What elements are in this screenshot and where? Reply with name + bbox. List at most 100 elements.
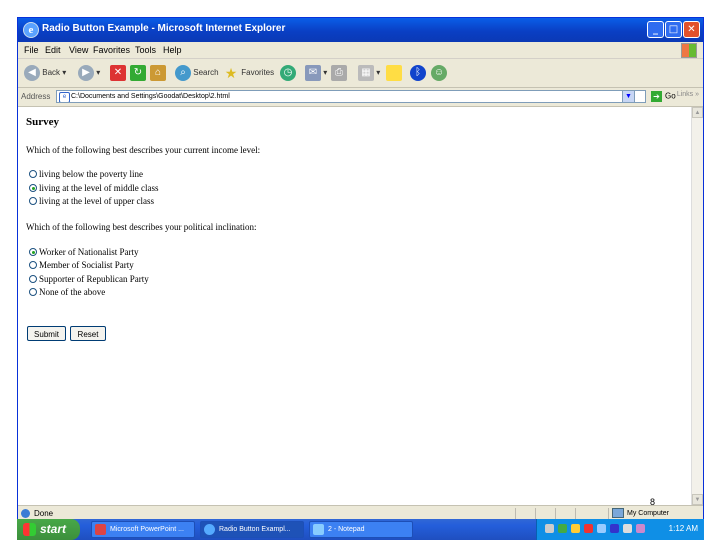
internet-explorer-icon: e bbox=[23, 22, 39, 38]
address-label: Address bbox=[21, 92, 51, 101]
back-button[interactable]: ◀ Back ▾ bbox=[24, 63, 66, 83]
bluetooth-tray-icon[interactable] bbox=[610, 524, 619, 533]
messenger-button[interactable]: ☺ bbox=[431, 63, 447, 83]
slide-number: 8 bbox=[650, 497, 656, 507]
radio-option-middle-class[interactable]: living at the level of middle class bbox=[29, 183, 158, 193]
windows-logo-icon bbox=[23, 523, 36, 536]
scroll-up-icon[interactable]: ▲ bbox=[692, 107, 703, 118]
powerpoint-icon bbox=[95, 524, 106, 535]
stop-icon: ✕ bbox=[110, 64, 126, 81]
security-zone: My Computer bbox=[612, 508, 669, 518]
print-button[interactable]: ⎙ bbox=[331, 63, 347, 83]
radio-button[interactable] bbox=[29, 170, 37, 178]
messenger-icon: ☺ bbox=[431, 64, 447, 81]
edit-icon: ▦ bbox=[358, 64, 374, 81]
start-button[interactable]: start bbox=[17, 519, 80, 540]
submit-button[interactable]: Submit bbox=[27, 326, 66, 341]
radio-option-republican[interactable]: Supporter of Republican Party bbox=[29, 274, 149, 284]
status-divider bbox=[608, 508, 609, 519]
notepad-icon bbox=[313, 524, 324, 535]
radio-option-socialist[interactable]: Member of Socialist Party bbox=[29, 260, 134, 270]
menu-file[interactable]: File bbox=[24, 45, 39, 55]
mail-icon: ✉ bbox=[305, 64, 321, 81]
history-icon: ◷ bbox=[280, 64, 296, 81]
taskbar-item-radio-button-example[interactable]: Radio Button Exampl... bbox=[200, 521, 304, 538]
menu-bar: File Edit View Favorites Tools Help bbox=[18, 42, 703, 59]
forward-button[interactable]: ▶ ▾ bbox=[78, 63, 100, 83]
reset-button[interactable]: Reset bbox=[70, 326, 106, 341]
tray-icon[interactable] bbox=[545, 524, 554, 533]
favorites-button[interactable]: ★ Favorites bbox=[223, 63, 274, 83]
minimize-button[interactable]: _ bbox=[647, 21, 664, 38]
standard-toolbar: ◀ Back ▾ ▶ ▾ ✕ ↻ ⌂ ⌕ Search ★ Favorites … bbox=[18, 59, 703, 88]
status-divider bbox=[515, 508, 516, 519]
windows-flag-icon bbox=[681, 43, 697, 58]
radio-button[interactable] bbox=[29, 288, 37, 296]
mail-button[interactable]: ✉ ▾ bbox=[305, 63, 327, 83]
menu-tools[interactable]: Tools bbox=[135, 45, 156, 55]
radio-button[interactable] bbox=[29, 197, 37, 205]
forward-arrow-icon: ▶ bbox=[78, 64, 94, 81]
menu-view[interactable]: View bbox=[69, 45, 88, 55]
status-divider bbox=[535, 508, 536, 519]
bluetooth-icon: ᛒ bbox=[410, 64, 426, 81]
menu-favorites[interactable]: Favorites bbox=[93, 45, 130, 55]
address-bar: Address e C:\Documents and Settings\Good… bbox=[18, 88, 703, 107]
tray-icon[interactable] bbox=[584, 524, 593, 533]
radio-option-poverty[interactable]: living below the poverty line bbox=[29, 169, 143, 179]
scroll-down-icon[interactable]: ▼ bbox=[692, 494, 703, 505]
stop-button[interactable]: ✕ bbox=[110, 63, 126, 83]
radio-option-none[interactable]: None of the above bbox=[29, 287, 105, 297]
tray-icon[interactable] bbox=[597, 524, 606, 533]
page-content: Survey Which of the following best descr… bbox=[18, 107, 691, 505]
browser-window: e Radio Button Example - Microsoft Inter… bbox=[17, 17, 704, 522]
search-icon: ⌕ bbox=[175, 64, 191, 81]
title-bar[interactable]: e Radio Button Example - Microsoft Inter… bbox=[18, 18, 703, 42]
discuss-button[interactable] bbox=[386, 63, 402, 83]
home-button[interactable]: ⌂ bbox=[150, 63, 166, 83]
address-value: C:\Documents and Settings\Goodat\Desktop… bbox=[71, 93, 230, 100]
radio-button[interactable] bbox=[29, 261, 37, 269]
back-arrow-icon: ◀ bbox=[24, 64, 40, 81]
history-button[interactable]: ◷ bbox=[280, 63, 296, 83]
go-arrow-icon: ➔ bbox=[651, 91, 662, 102]
print-icon: ⎙ bbox=[331, 64, 347, 81]
internet-explorer-icon bbox=[204, 524, 215, 535]
volume-icon[interactable] bbox=[623, 524, 632, 533]
maximize-button[interactable]: □ bbox=[665, 21, 682, 38]
computer-icon bbox=[612, 508, 624, 518]
radio-button-checked[interactable] bbox=[29, 184, 37, 192]
address-dropdown-icon[interactable]: ▼ bbox=[622, 90, 635, 103]
refresh-icon: ↻ bbox=[130, 64, 146, 81]
tray-icon[interactable] bbox=[636, 524, 645, 533]
radio-button[interactable] bbox=[29, 275, 37, 283]
favorites-star-icon: ★ bbox=[224, 64, 238, 81]
taskbar-item-powerpoint[interactable]: Microsoft PowerPoint ... bbox=[91, 521, 195, 538]
refresh-button[interactable]: ↻ bbox=[130, 63, 146, 83]
radio-option-nationalist[interactable]: Worker of Nationalist Party bbox=[29, 247, 139, 257]
menu-help[interactable]: Help bbox=[163, 45, 182, 55]
links-button[interactable]: Links » bbox=[677, 91, 699, 98]
close-button[interactable]: ✕ bbox=[683, 21, 700, 38]
vertical-scrollbar[interactable]: ▲ ▼ bbox=[691, 107, 703, 505]
page-icon: e bbox=[59, 92, 70, 102]
search-button[interactable]: ⌕ Search bbox=[175, 63, 219, 83]
status-divider bbox=[555, 508, 556, 519]
tray-icon[interactable] bbox=[558, 524, 567, 533]
status-text: Done bbox=[34, 509, 54, 518]
question-income: Which of the following best describes yo… bbox=[26, 145, 261, 155]
menu-edit[interactable]: Edit bbox=[45, 45, 61, 55]
taskbar-item-notepad[interactable]: 2 - Notepad bbox=[309, 521, 413, 538]
page-status-icon bbox=[21, 509, 30, 518]
bluetooth-button[interactable]: ᛒ bbox=[410, 63, 426, 83]
tray-icon[interactable] bbox=[571, 524, 580, 533]
system-tray: 1:12 AM bbox=[536, 519, 704, 540]
status-divider bbox=[575, 508, 576, 519]
radio-button-checked[interactable] bbox=[29, 248, 37, 256]
page-title: Survey bbox=[26, 116, 59, 128]
edit-button[interactable]: ▦ ▾ bbox=[358, 63, 380, 83]
go-button[interactable]: ➔ Go bbox=[651, 91, 676, 102]
address-input[interactable]: e C:\Documents and Settings\Goodat\Deskt… bbox=[56, 90, 646, 103]
radio-option-upper-class[interactable]: living at the level of upper class bbox=[29, 196, 154, 206]
home-icon: ⌂ bbox=[150, 64, 166, 81]
